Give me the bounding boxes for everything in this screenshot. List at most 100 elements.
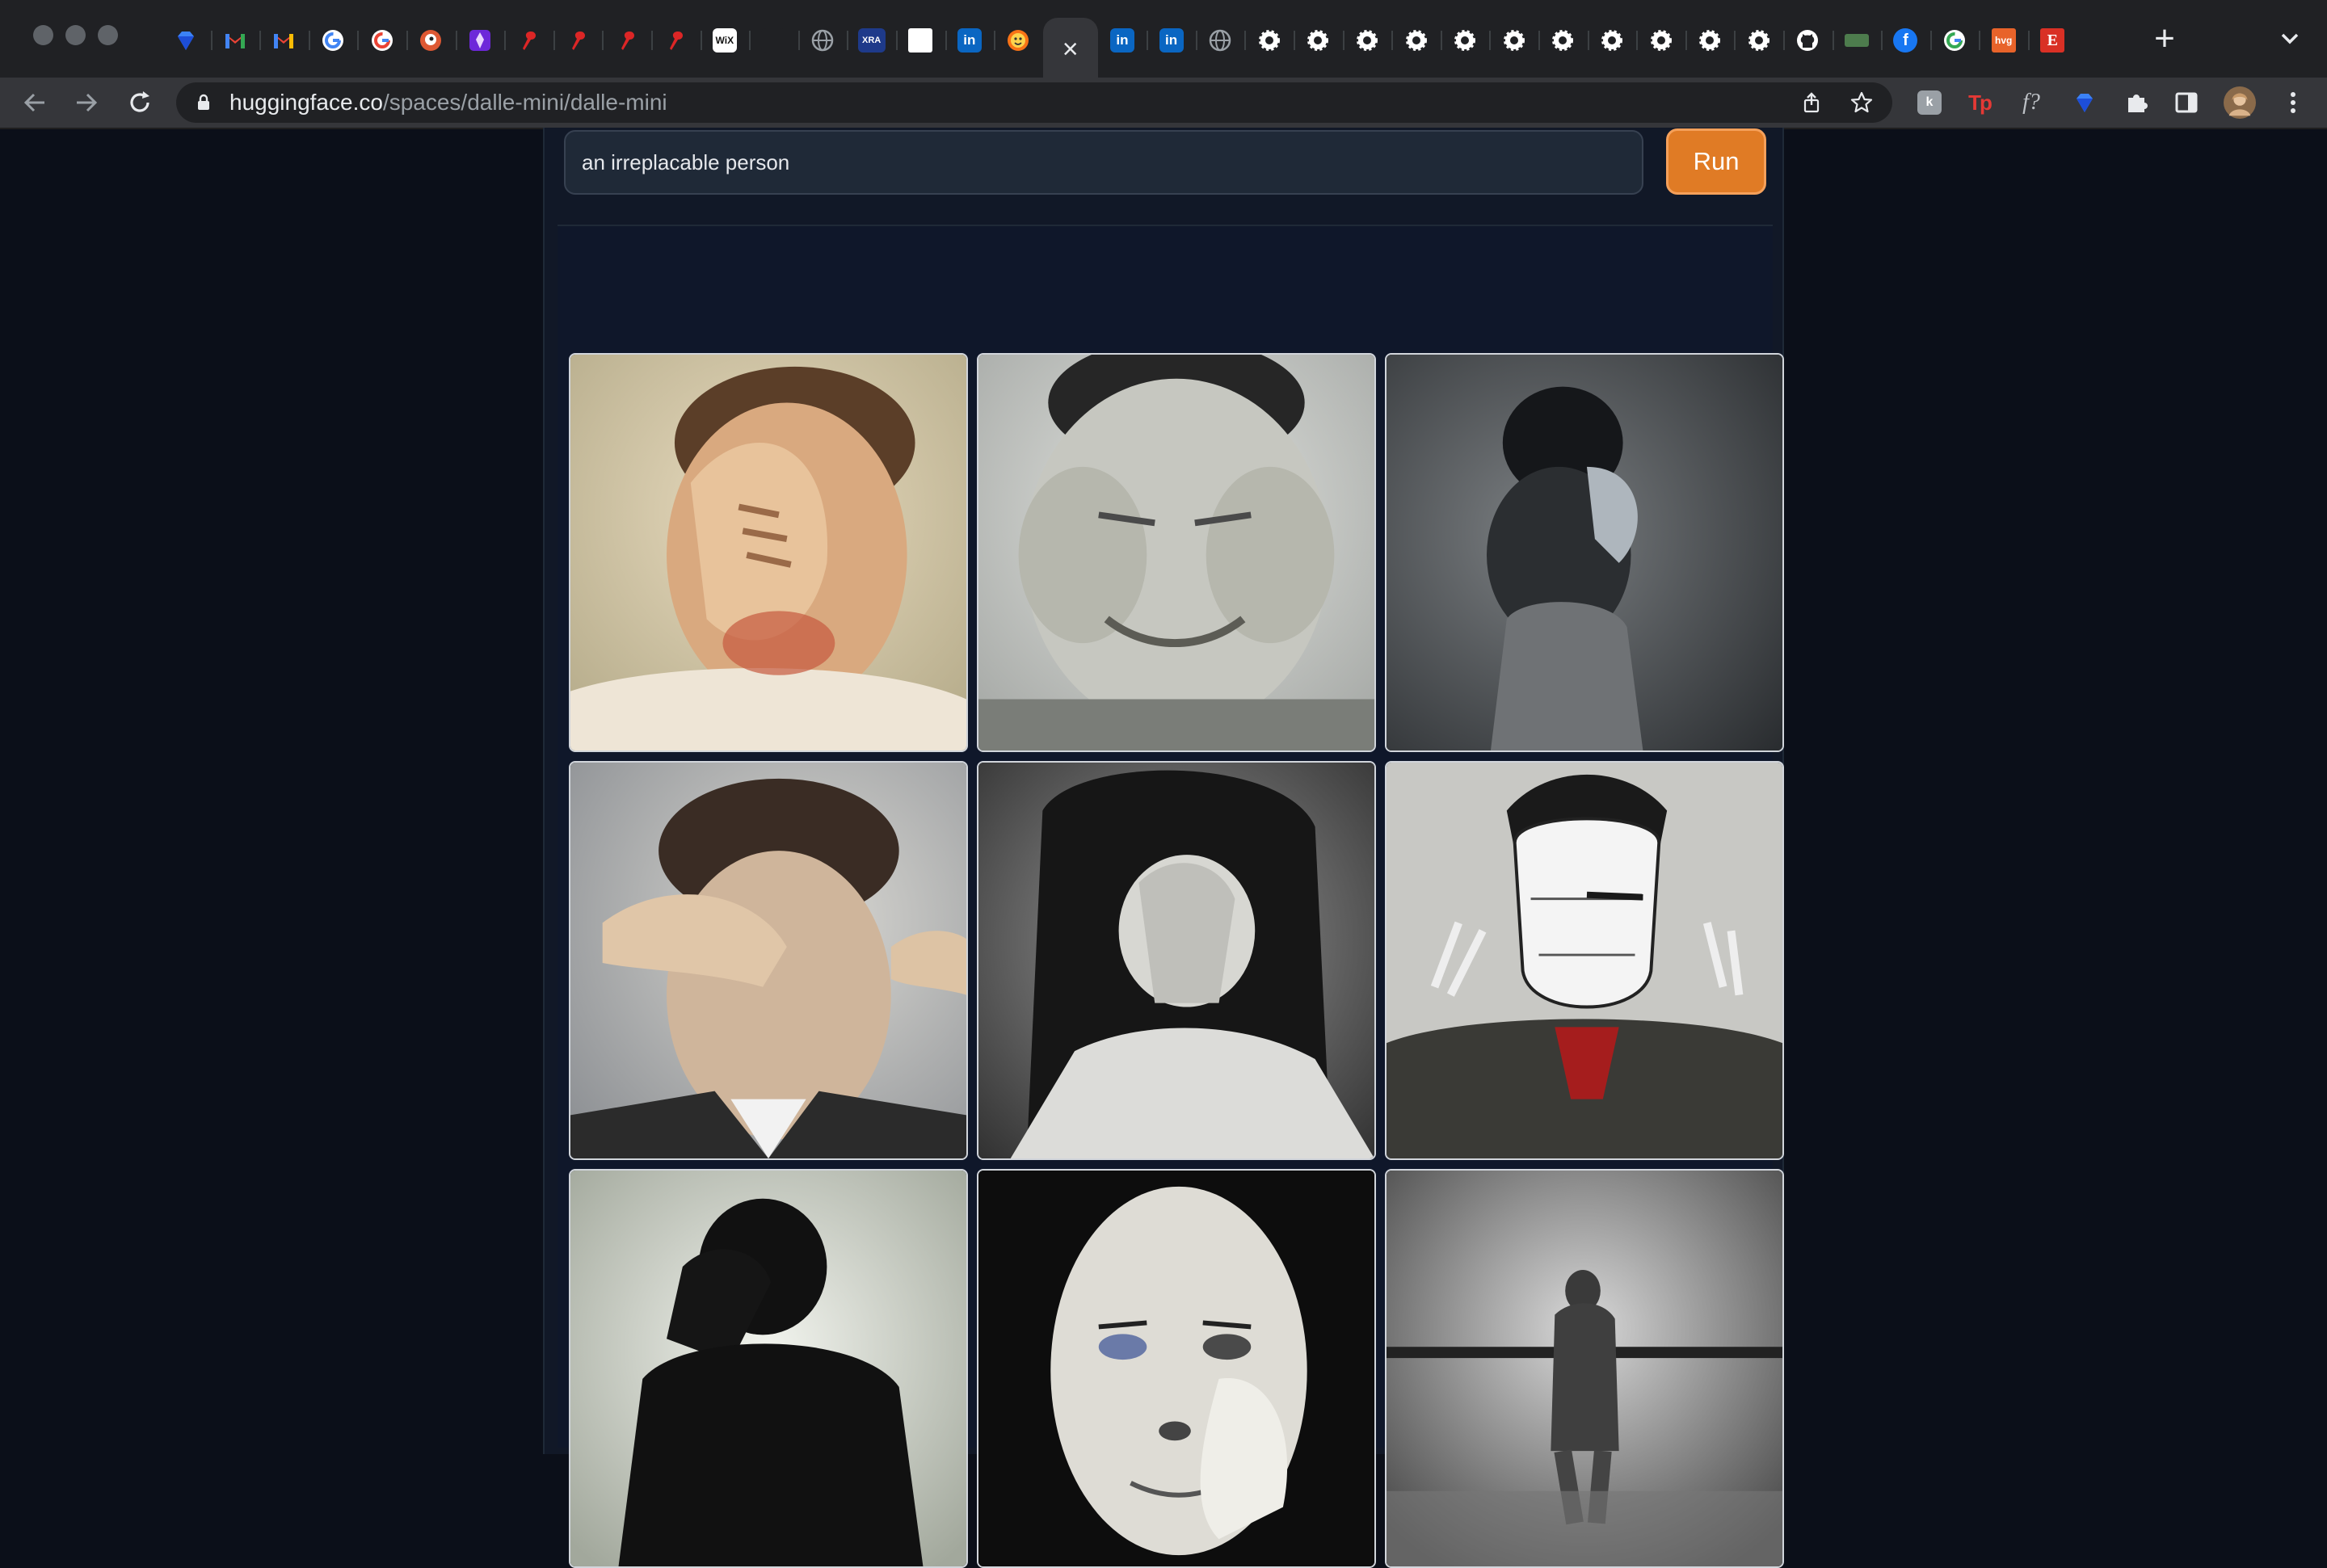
- gear-icon: [1258, 30, 1280, 51]
- globe-icon: [811, 29, 834, 52]
- pin-icon: [572, 32, 586, 50]
- share-icon[interactable]: [1799, 90, 1824, 116]
- gem-icon[interactable]: [2068, 86, 2101, 119]
- gear-icon: [1405, 30, 1427, 51]
- forward-button[interactable]: [69, 86, 103, 120]
- pin-icon: [670, 32, 684, 50]
- back-button[interactable]: [18, 86, 52, 120]
- browser-tab[interactable]: [1783, 18, 1833, 63]
- tab-list: WiX XRA in × in in f hvg E: [162, 18, 2077, 81]
- puzzle-icon[interactable]: [2120, 86, 2152, 119]
- generated-image-8[interactable]: [977, 1169, 1376, 1568]
- reload-icon: [130, 91, 149, 112]
- google-icon: [1944, 30, 1966, 51]
- gmail-icon: [274, 34, 294, 48]
- browser-tab[interactable]: [1636, 18, 1685, 63]
- browser-tab[interactable]: f: [1881, 18, 1930, 63]
- google-icon: [322, 30, 344, 51]
- browser-tab[interactable]: [1832, 18, 1882, 63]
- browser-tab[interactable]: [797, 18, 848, 63]
- browser-tab[interactable]: [504, 18, 553, 63]
- window-close-button[interactable]: [33, 25, 53, 45]
- gear-icon: [1307, 30, 1329, 51]
- gear-icon: [1356, 30, 1378, 51]
- active-tab[interactable]: ×: [1042, 18, 1098, 81]
- arrow-left-icon: [23, 93, 44, 112]
- bookmark-star-icon[interactable]: [1849, 90, 1875, 116]
- browser-tab[interactable]: [210, 18, 260, 63]
- browser-tab[interactable]: E: [2027, 18, 2077, 63]
- browser-tab[interactable]: [553, 18, 603, 63]
- linkedin-icon: in: [957, 28, 982, 53]
- browser-tab[interactable]: [1342, 18, 1392, 63]
- close-icon[interactable]: ×: [1054, 33, 1087, 65]
- url-path: /spaces/dalle-mini/dalle-mini: [382, 90, 667, 115]
- wix-icon: WiX: [712, 28, 737, 53]
- linkedin-icon: in: [1159, 28, 1184, 53]
- gear-icon: [1601, 30, 1622, 51]
- github-icon: [1797, 30, 1819, 51]
- k-extension-label: k: [1917, 90, 1942, 115]
- browser-tab[interactable]: [1195, 18, 1245, 63]
- window-maximize-button[interactable]: [98, 25, 118, 45]
- browser-tab[interactable]: [749, 18, 798, 63]
- browser-tab[interactable]: [1391, 18, 1441, 63]
- generated-image-4[interactable]: [569, 761, 968, 1160]
- dalle-mini-app: an irreplacable person Run: [543, 128, 1784, 1568]
- browser-tab[interactable]: XRA: [847, 18, 896, 63]
- browser-tab[interactable]: [162, 18, 211, 63]
- pin-icon: [621, 32, 634, 50]
- browser-tab[interactable]: [994, 18, 1043, 63]
- k-extension-icon[interactable]: k: [1913, 86, 1946, 119]
- browser-tab[interactable]: in: [1147, 18, 1196, 63]
- generated-image-1[interactable]: [569, 353, 968, 752]
- browser-tab[interactable]: [1244, 18, 1294, 63]
- google-icon: [371, 30, 393, 51]
- browser-tab[interactable]: [1734, 18, 1783, 63]
- address-bar[interactable]: huggingface.co/spaces/dalle-mini/dalle-m…: [176, 82, 1892, 123]
- prompt-input[interactable]: an irreplacable person: [564, 130, 1643, 195]
- hvg-icon: hvg: [1991, 28, 2016, 53]
- browser-tab[interactable]: [1440, 18, 1490, 63]
- lock-icon[interactable]: [194, 93, 213, 112]
- reload-button[interactable]: [123, 86, 157, 120]
- window-minimize-button[interactable]: [65, 25, 86, 45]
- browser-tab[interactable]: [1587, 18, 1637, 63]
- browser-tab[interactable]: [1685, 18, 1735, 63]
- sidepanel-icon[interactable]: [2170, 86, 2203, 119]
- browser-tab[interactable]: [1294, 18, 1343, 63]
- gmail-icon: [225, 34, 245, 48]
- new-tab-button[interactable]: +: [2147, 21, 2182, 57]
- browser-tab[interactable]: hvg: [1979, 18, 2028, 63]
- browser-tab[interactable]: [1489, 18, 1538, 63]
- browser-tab[interactable]: WiX: [700, 18, 750, 63]
- browser-tab[interactable]: [650, 18, 701, 63]
- generated-image-6[interactable]: [1385, 761, 1784, 1160]
- kebab-menu-icon[interactable]: [2277, 86, 2309, 119]
- browser-tab[interactable]: in: [945, 18, 995, 63]
- browser-tab[interactable]: [406, 18, 456, 63]
- browser-tab[interactable]: [602, 18, 651, 63]
- browser-tab[interactable]: [308, 18, 358, 63]
- url-host: huggingface.co: [229, 90, 383, 115]
- browser-tab[interactable]: [1538, 18, 1588, 63]
- url-text: huggingface.co/spaces/dalle-mini/dalle-m…: [229, 91, 667, 114]
- run-button[interactable]: Run: [1666, 128, 1766, 195]
- tp-extension-icon[interactable]: Tp: [1963, 86, 1996, 119]
- browser-tab[interactable]: [895, 18, 945, 63]
- generated-image-3[interactable]: [1385, 353, 1784, 752]
- generated-image-7[interactable]: [569, 1169, 968, 1568]
- arrow-right-icon: [77, 93, 98, 112]
- browser-tab[interactable]: [357, 18, 406, 63]
- profile-avatar[interactable]: [2224, 86, 2256, 119]
- chevron-down-icon[interactable]: [2274, 23, 2306, 55]
- generated-image-2[interactable]: [977, 353, 1376, 752]
- browser-tab[interactable]: [259, 18, 309, 63]
- generated-image-9[interactable]: [1385, 1169, 1784, 1568]
- generated-image-5[interactable]: [977, 761, 1376, 1160]
- browser-tab[interactable]: in: [1098, 18, 1147, 63]
- e-icon: E: [2040, 28, 2065, 53]
- browser-tab[interactable]: [455, 18, 505, 63]
- formula-extension-icon[interactable]: f?: [2015, 86, 2047, 119]
- browser-tab[interactable]: [1929, 18, 1980, 63]
